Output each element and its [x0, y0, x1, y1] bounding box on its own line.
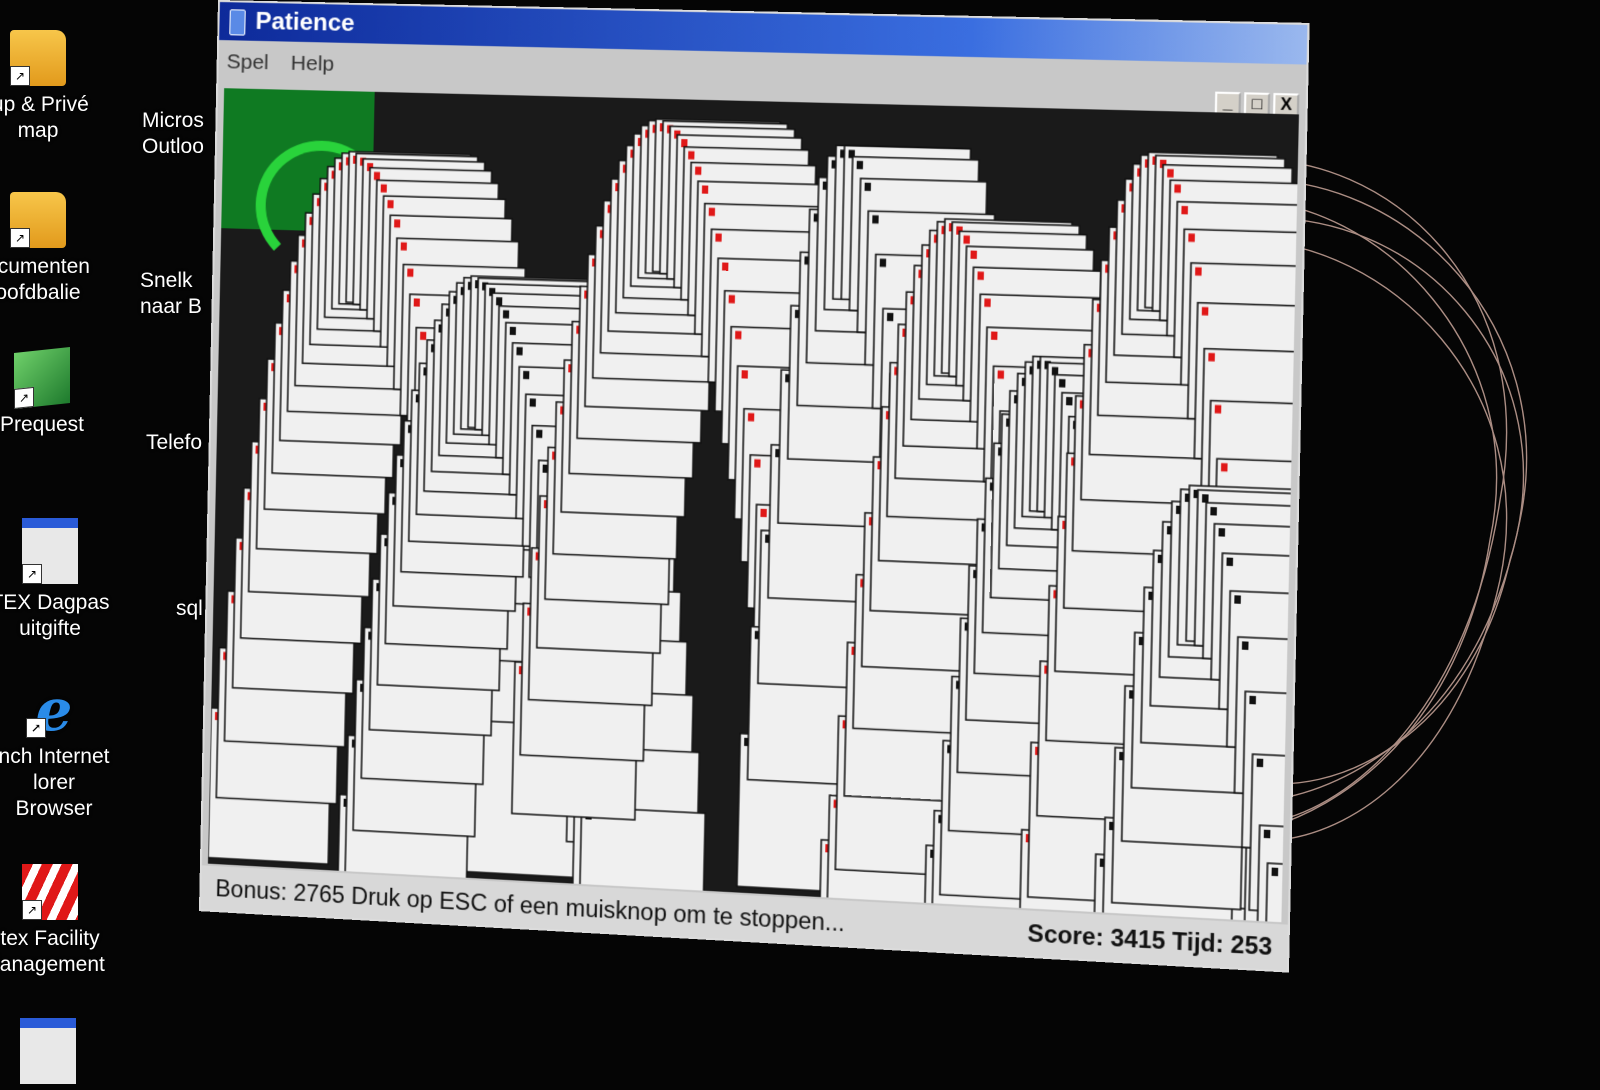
- menu-spel[interactable]: Spel: [226, 48, 269, 77]
- desktop-icon-internet-explorer[interactable]: e ↗ nch Internet lorer Browser: [0, 681, 114, 822]
- desktop-icon-label: Micros: [142, 109, 204, 132]
- desktop-icon-label: lup & Privé: [0, 93, 89, 116]
- desktop-icon-label: uitgifte: [19, 617, 81, 640]
- desktop-icon-label: tex Facility: [0, 927, 100, 950]
- desktop-icon-label: nch Internet: [0, 745, 110, 768]
- window-app-icon: ↗: [22, 518, 78, 584]
- game-board[interactable]: [207, 88, 1299, 923]
- desktop-icon-label: Outloo: [142, 135, 204, 158]
- desktop-icon-partial[interactable]: [0, 1018, 108, 1090]
- desktop-icon-outlook[interactable]: Micros Outloo: [142, 108, 222, 160]
- shortcut-arrow-icon: ↗: [22, 900, 42, 920]
- shortcut-arrow-icon: ↗: [10, 228, 30, 248]
- desktop-icon-label: lanagement: [0, 953, 105, 976]
- desktop-icon-facility[interactable]: ↗ tex Facility lanagement: [0, 864, 110, 978]
- shortcut-arrow-icon: ↗: [10, 66, 30, 86]
- desktop-icon-label: Snelk: [140, 269, 193, 292]
- window-title: Patience: [255, 7, 355, 38]
- folder-icon: ↗: [10, 192, 66, 248]
- desktop-icon-label: TEX Dagpas: [0, 591, 110, 614]
- shortcut-arrow-icon: ↗: [22, 564, 42, 584]
- desktop-icon-label: map: [17, 119, 59, 142]
- desktop-icon-privemap[interactable]: ↗ lup & Privé map: [0, 30, 98, 144]
- desktop-icon-label: naar B: [140, 295, 202, 318]
- desktop-icon-prequest[interactable]: ↗ Prequest: [0, 347, 102, 438]
- patience-window[interactable]: Patience Spel Help _ □ X Bonus: 2765 Dru…: [198, 0, 1310, 973]
- internet-explorer-icon: e ↗: [26, 681, 82, 739]
- folder-icon: ↗: [10, 30, 66, 86]
- menu-help[interactable]: Help: [290, 50, 335, 79]
- desktop-icon-snelkoppeling[interactable]: Snelk naar B: [140, 268, 220, 320]
- facility-app-icon: ↗: [22, 864, 78, 920]
- desktop-icon-label: lorer Browser: [15, 771, 93, 820]
- window-app-icon: [20, 1018, 76, 1084]
- desktop-icon-label: Prequest: [0, 413, 85, 436]
- cube-app-icon: ↗: [14, 347, 70, 409]
- bouncing-card: [1264, 863, 1299, 923]
- cards-app-icon: [229, 9, 246, 36]
- shortcut-arrow-icon: ↗: [14, 386, 34, 409]
- desktop-icon-label: ocumenten: [0, 255, 90, 278]
- desktop-icon-dagpas[interactable]: ↗ TEX Dagpas uitgifte: [0, 518, 110, 642]
- shortcut-arrow-icon: ↗: [26, 718, 46, 738]
- desktop-icon-documenten[interactable]: ↗ ocumenten oofdbalie: [0, 192, 98, 306]
- desktop-icon-label: oofdbalie: [0, 281, 81, 304]
- card-cascade-animation: [208, 88, 1299, 923]
